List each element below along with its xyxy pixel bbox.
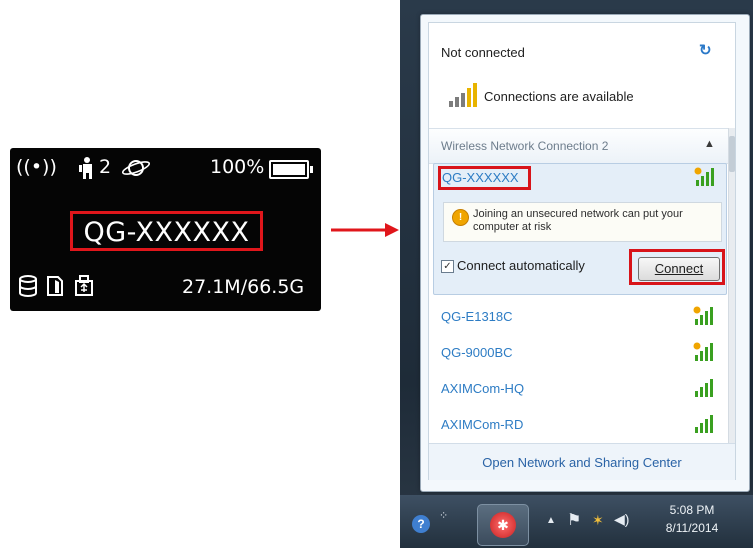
signal-availability-icon	[449, 83, 477, 107]
battery-percent: 100%	[210, 156, 265, 178]
network-item[interactable]: AXIMCom-RD	[433, 408, 725, 442]
open-network-center-link-area: Open Network and Sharing Center	[429, 443, 735, 480]
battery-icon	[269, 160, 313, 179]
volume-icon[interactable]: ◀)	[614, 511, 629, 528]
unsecured-signal-icon	[693, 306, 713, 325]
connect-button-highlight: Connect	[629, 249, 725, 285]
connected-users-count: 2	[99, 156, 112, 178]
warning-shield-icon: !	[452, 209, 469, 226]
security-warning: ! Joining an unsecured network can put y…	[443, 202, 722, 242]
network-list-scrollbar[interactable]	[728, 128, 735, 443]
connect-button[interactable]: Connect	[638, 257, 720, 281]
taskbar: ? ⁘ ✱ ▲ ⚑ ✶ ◀) 5:08 PM 8/11/2014	[400, 495, 753, 548]
refresh-icon[interactable]: ↻	[699, 41, 712, 59]
taskbar-app-button[interactable]: ✱	[477, 504, 529, 546]
unsecured-signal-icon	[694, 167, 714, 186]
device-status-bar: ((•)) 2 100%	[16, 156, 316, 182]
network-name: QG-E1318C	[441, 309, 513, 324]
open-network-center-link[interactable]: Open Network and Sharing Center	[429, 455, 735, 470]
connect-automatically-label: Connect automatically	[457, 258, 585, 273]
network-item[interactable]: QG-9000BC	[433, 336, 725, 370]
network-name: AXIMCom-RD	[441, 417, 524, 432]
connect-automatically-checkbox[interactable]: ✓	[441, 260, 454, 273]
connection-status-title: Not connected	[441, 45, 525, 60]
network-item[interactable]: QG-E1318C	[433, 300, 725, 334]
device-bottom-bar: 27.1M/66.5G	[18, 275, 318, 301]
clock-date[interactable]: 8/11/2014	[657, 521, 727, 535]
selected-network-group[interactable]: QG-XXXXXX ! Joining an unsecured network…	[433, 163, 727, 295]
network-name: AXIMCom-HQ	[441, 381, 525, 396]
help-icon[interactable]: ?	[412, 515, 430, 533]
network-tray-icon[interactable]: ✶	[592, 512, 604, 529]
sd-card-icon	[47, 276, 63, 296]
wireless-section-header[interactable]: Wireless Network Connection 2 ▲	[429, 128, 735, 164]
tray-arrow-up-icon[interactable]: ▲	[546, 515, 556, 526]
data-usage: 27.1M/66.5G	[182, 276, 305, 298]
connections-available-text: Connections are available	[484, 89, 634, 104]
app-icon: ✱	[490, 512, 516, 538]
globe-icon	[121, 160, 151, 176]
user-icon	[79, 157, 92, 179]
usb-icon	[75, 275, 93, 296]
device-ssid: QG-XXXXXX	[83, 217, 250, 248]
pin-icon: ⁘	[439, 510, 449, 522]
secured-signal-icon	[695, 379, 713, 397]
action-center-flag-icon[interactable]: ⚑	[567, 510, 581, 530]
device-ssid-highlight: QG-XXXXXX	[70, 211, 263, 251]
arrow-right-icon	[331, 223, 399, 237]
database-icon	[19, 275, 37, 297]
device-screen: ((•)) 2 100% QG-XXXXXX 27.1M/66.5G	[10, 148, 321, 311]
network-item[interactable]: AXIMCom-HQ	[433, 372, 725, 406]
scrollbar-thumb[interactable]	[729, 136, 735, 172]
security-warning-text: Joining an unsecured network can put you…	[473, 208, 683, 233]
chevron-up-icon[interactable]: ▲	[704, 138, 715, 150]
network-flyout: Not connected ↻ Connections are availabl…	[420, 14, 750, 492]
clock-time[interactable]: 5:08 PM	[657, 503, 727, 517]
unsecured-signal-icon	[693, 342, 713, 361]
network-item-selected[interactable]: QG-XXXXXX	[434, 164, 726, 194]
secured-signal-icon	[695, 415, 713, 433]
wifi-broadcast-icon: ((•))	[16, 156, 57, 178]
selected-network-name: QG-XXXXXX	[442, 170, 519, 185]
network-flyout-content: Not connected ↻ Connections are availabl…	[428, 22, 736, 480]
network-name: QG-9000BC	[441, 345, 513, 360]
wireless-section-label: Wireless Network Connection 2	[441, 139, 609, 153]
